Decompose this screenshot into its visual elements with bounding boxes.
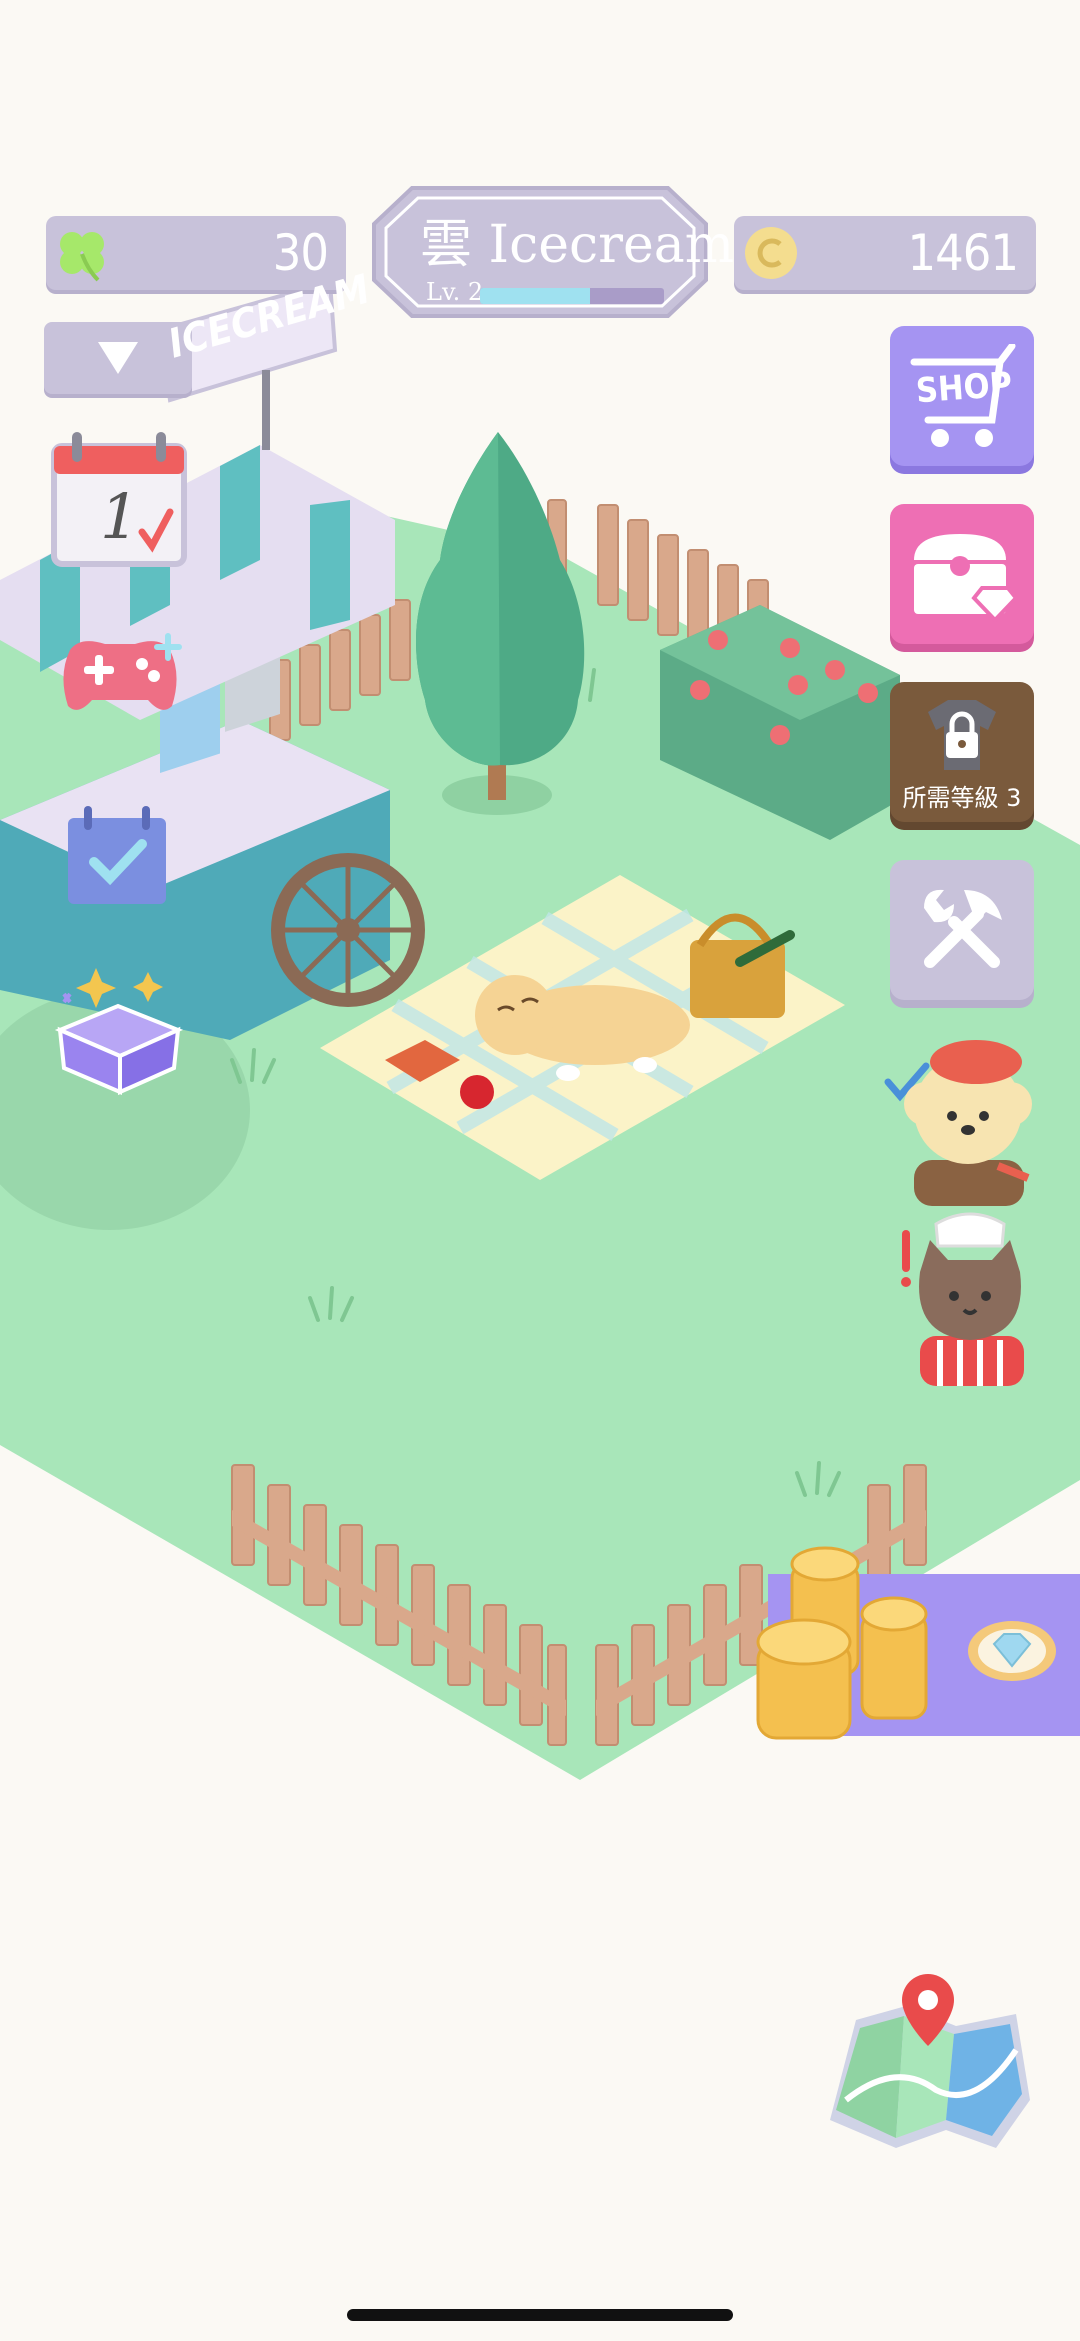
level-progress-bar — [480, 288, 664, 304]
clover-icon — [60, 232, 104, 282]
tools-button[interactable] — [890, 860, 1034, 1000]
home-indicator — [347, 2309, 733, 2321]
shop-button[interactable]: SHOP — [890, 326, 1034, 466]
daily-calendar-button[interactable]: 1 — [50, 428, 188, 568]
level-progress-fill — [480, 288, 591, 304]
task-icon[interactable] — [64, 804, 170, 908]
treasure-chest-icon — [914, 534, 1018, 622]
dropdown-icon — [98, 342, 138, 374]
poodle-avatar-icon[interactable] — [880, 1030, 1040, 1206]
tools-icon — [924, 889, 1002, 968]
clover-count: 30 — [272, 224, 329, 282]
locked-shirt-icon — [928, 700, 996, 770]
calendar-day: 1 — [100, 480, 140, 553]
coins-offer-icon[interactable] — [752, 1534, 938, 1752]
locked-wardrobe-button[interactable]: 所需等級 3 — [890, 682, 1034, 822]
coin-count: 1461 — [907, 224, 1019, 282]
diamond-icon — [968, 1621, 1056, 1681]
clover-counter[interactable]: 30 — [46, 216, 346, 290]
cat-chef-avatar-icon[interactable] — [890, 1210, 1040, 1386]
game-title-plate: 雲 Icecream Lv. 2 — [372, 184, 735, 320]
treasure-chest-button[interactable] — [890, 504, 1034, 644]
shop-cart-icon — [910, 344, 1016, 447]
coin-icon — [745, 227, 797, 279]
game-title: 雲 Icecream — [420, 215, 735, 275]
map-icon[interactable] — [826, 1970, 1030, 2160]
coin-counter[interactable]: 1461 — [734, 216, 1036, 290]
level-label: Lv. 2 — [426, 278, 484, 306]
gamepad-icon[interactable] — [50, 630, 190, 720]
gift-box-icon[interactable] — [50, 958, 188, 1098]
locked-requirement-label: 所需等級 3 — [902, 784, 1022, 812]
